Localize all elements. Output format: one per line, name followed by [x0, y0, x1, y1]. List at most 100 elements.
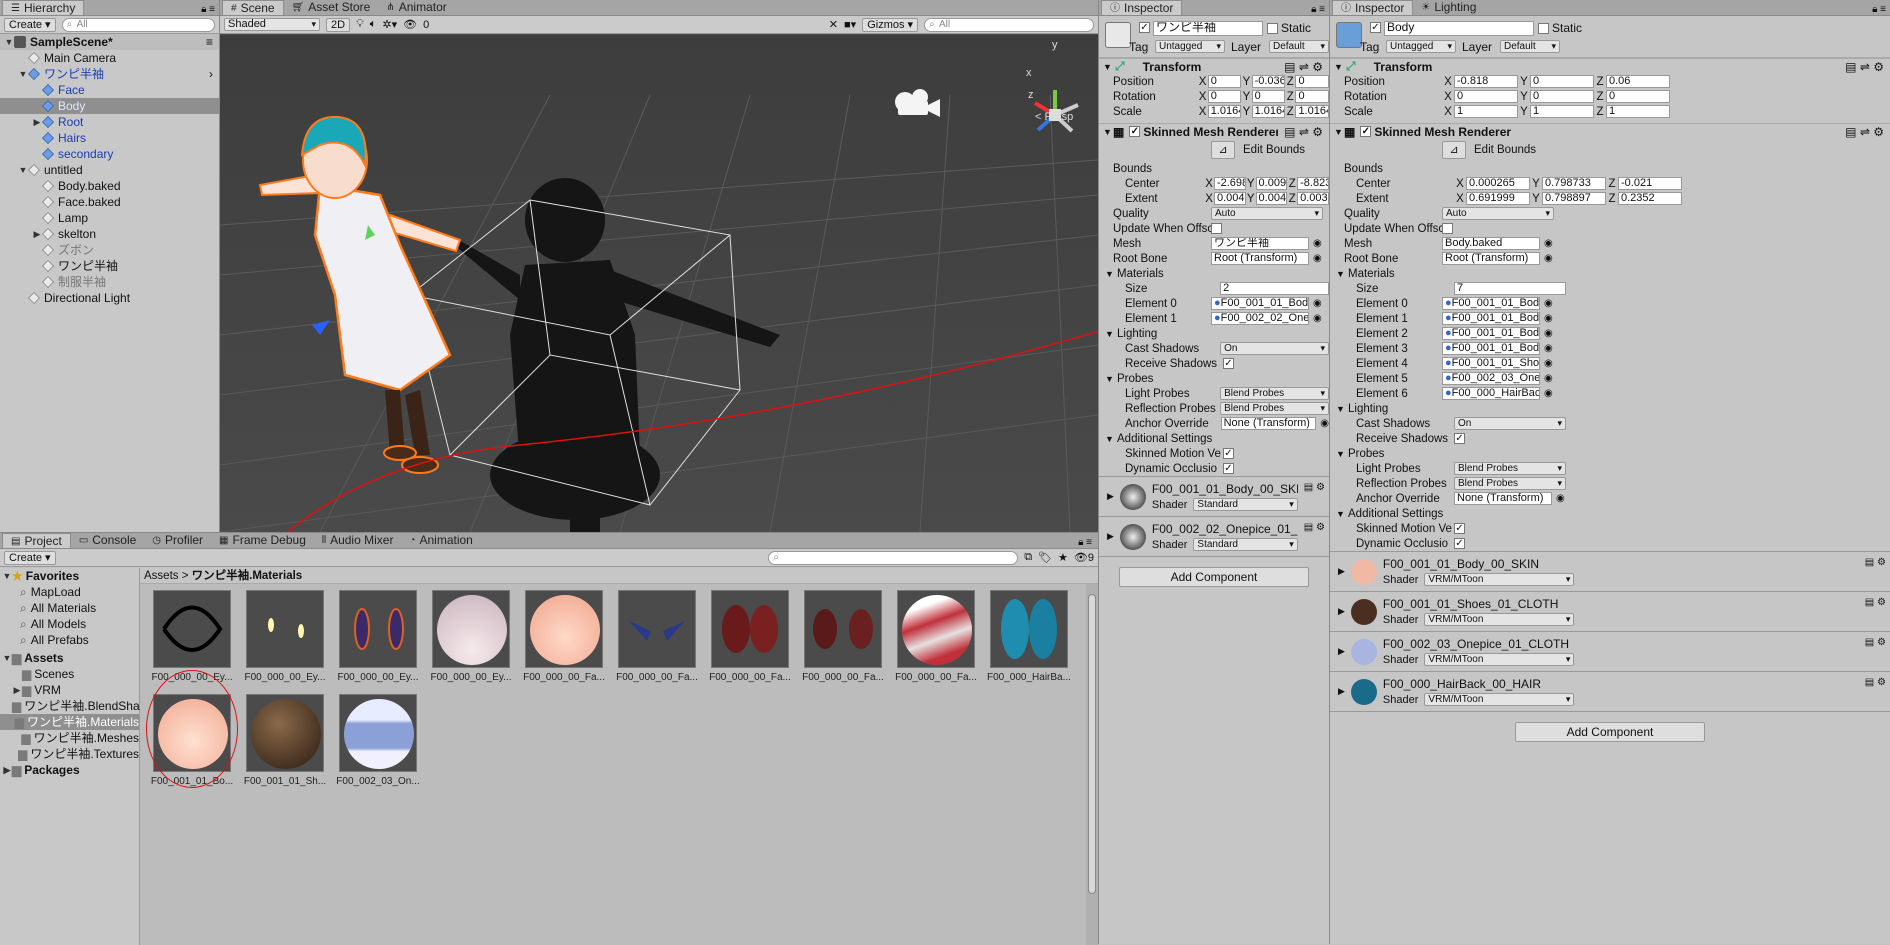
probes-section[interactable]: ▼ Probes — [1330, 446, 1890, 461]
material-asset[interactable]: F00_000_00_Fa... — [615, 590, 699, 683]
breadcrumb-assets[interactable]: Assets — [144, 570, 179, 582]
vector-field-x[interactable]: 0 — [1207, 90, 1242, 103]
hierarchy-item[interactable]: Lamp — [0, 210, 219, 226]
material-menu-icon[interactable]: ▤ ⚙ — [1304, 482, 1325, 493]
foldout-arrow-icon[interactable]: ▼ — [1336, 404, 1348, 414]
object-picker-icon[interactable]: ◉ — [1544, 253, 1553, 264]
material-element-field[interactable]: ●F00_001_01_Shoes_01_CLOTH — [1442, 357, 1540, 370]
active-checkbox[interactable]: ✓ — [1139, 22, 1150, 33]
tab-hierarchy[interactable]: ☰ Hierarchy — [2, 0, 85, 15]
materials-section[interactable]: ▼ Materials — [1099, 266, 1329, 281]
assets-root[interactable]: ▼ ▆ Assets — [0, 650, 139, 666]
vector-field-z[interactable]: 0.06 — [1606, 75, 1670, 88]
scene-root-row[interactable]: ▼ SampleScene* ≡ — [0, 34, 219, 50]
shader-dropdown[interactable]: Standard — [1193, 538, 1298, 551]
vector-field-y[interactable]: 0 — [1530, 75, 1594, 88]
hierarchy-item[interactable]: ズボン — [0, 242, 219, 258]
expand-arrow-icon[interactable]: ▶ — [32, 114, 42, 130]
foldout-arrow-icon[interactable]: ▶ — [1338, 566, 1345, 577]
expand-arrow-icon[interactable]: ▼ — [2, 568, 12, 584]
vertical-scrollbar[interactable] — [1086, 584, 1098, 945]
material-inspector[interactable]: ▶ F00_000_HairBack_00_HAIR Shader VRM/MTo… — [1330, 671, 1890, 711]
material-inspector[interactable]: ▶ F00_001_01_Body_00_SKIN Shader Standard… — [1099, 476, 1329, 516]
dynamic-occlusion-checkbox[interactable]: ✓ — [1223, 463, 1234, 474]
light-icon[interactable]: 💡︎ — [356, 18, 364, 31]
material-element-field[interactable]: ●F00_002_03_Onepice_01_CLOTH — [1442, 372, 1540, 385]
add-component-button[interactable]: Add Component — [1515, 722, 1705, 742]
create-button[interactable]: Create ▾ — [4, 17, 56, 32]
tab-scene[interactable]: # Scene — [222, 0, 284, 15]
update-offscreen-checkbox[interactable] — [1211, 223, 1222, 234]
probes-section[interactable]: ▼ Probes — [1099, 371, 1329, 386]
scroll-thumb[interactable] — [1088, 594, 1096, 894]
object-picker-icon[interactable]: ◉ — [1544, 358, 1553, 369]
gizmos-dropdown[interactable]: Gizmos ▾ — [862, 17, 918, 32]
material-element-field[interactable]: ●F00_000_HairBack_00_HAIR — [1442, 387, 1540, 400]
vector-field-y[interactable]: -0.0363 — [1251, 75, 1286, 88]
tab-animator[interactable]: ⋔ Animator — [378, 0, 454, 15]
material-asset[interactable]: F00_000_00_Fa... — [801, 590, 885, 683]
vector-field-z[interactable]: 1 — [1606, 105, 1670, 118]
hierarchy-item[interactable]: ▼ untitled — [0, 162, 219, 178]
expand-arrow-icon[interactable]: ▼ — [2, 650, 12, 666]
material-asset[interactable]: F00_002_03_On... — [336, 694, 420, 787]
quality-dropdown[interactable]: Auto — [1211, 207, 1323, 220]
vector-field-z[interactable]: 0.00313 — [1297, 192, 1329, 205]
edit-bounds-button[interactable]: ⊿ — [1211, 141, 1235, 159]
expand-arrow-icon[interactable]: ▶ — [12, 682, 22, 698]
anchor-override-field[interactable]: None (Transform) — [1454, 492, 1552, 505]
object-picker-icon[interactable]: ◉ — [1313, 298, 1322, 309]
object-picker-icon[interactable]: ◉ — [1544, 298, 1553, 309]
favorites-header[interactable]: ▼ ★ Favorites — [0, 568, 139, 584]
hierarchy-search-input[interactable]: ⌕ All — [61, 17, 215, 32]
material-asset[interactable]: F00_001_01_Sh... — [243, 694, 327, 787]
material-asset[interactable]: F00_000_HairBa... — [987, 590, 1071, 683]
object-picker-icon[interactable]: ◉ — [1313, 253, 1322, 264]
tab-console[interactable]: ▭ Console — [71, 533, 144, 548]
shader-dropdown[interactable]: Standard — [1193, 498, 1298, 511]
hierarchy-item[interactable]: secondary — [0, 146, 219, 162]
reflection-probes-dropdown[interactable]: Blend Probes — [1220, 402, 1329, 415]
hierarchy-item[interactable]: Main Camera — [0, 50, 219, 66]
vector-field-x[interactable]: -0.818 — [1454, 75, 1518, 88]
vector-field-x[interactable]: 0.000265 — [1466, 177, 1530, 190]
skinned-motion-checkbox[interactable]: ✓ — [1223, 448, 1234, 459]
foldout-arrow-icon[interactable]: ▼ — [1336, 269, 1348, 279]
vector-field-y[interactable]: 1 — [1530, 105, 1594, 118]
favorite-star-icon[interactable]: ★ — [1058, 551, 1068, 564]
shader-dropdown[interactable]: VRM/MToon — [1424, 653, 1575, 666]
lock-icon[interactable]: 🔒︎ ≡ — [1311, 4, 1329, 15]
material-element-field[interactable]: ●F00_001_01_Body_00_SKIN — [1442, 327, 1540, 340]
update-offscreen-checkbox[interactable] — [1442, 223, 1453, 234]
additional-settings-section[interactable]: ▼ Additional Settings — [1099, 431, 1329, 446]
material-inspector[interactable]: ▶ F00_002_02_Onepice_01_CLOTH Shader Stan… — [1099, 516, 1329, 556]
material-asset[interactable]: F00_000_00_Ey... — [243, 590, 327, 683]
reflection-probes-dropdown[interactable]: Blend Probes — [1454, 477, 1566, 490]
lighting-section[interactable]: ▼ Lighting — [1330, 401, 1890, 416]
cast-shadows-dropdown[interactable]: On — [1220, 342, 1329, 355]
material-element-field[interactable]: ●F00_001_01_Body_00_SKIN — [1442, 297, 1540, 310]
vector-field-y[interactable]: 0 — [1530, 90, 1594, 103]
filter-type-icon[interactable]: ⧉ — [1024, 551, 1032, 564]
vector-field-z[interactable]: 0 — [1295, 90, 1329, 103]
root-bone-field[interactable]: Root (Transform) — [1211, 252, 1309, 265]
material-menu-icon[interactable]: ▤ ⚙ — [1865, 557, 1886, 568]
smr-enabled-checkbox[interactable]: ✓ — [1360, 126, 1372, 137]
vector-field-x[interactable]: 0.00405 — [1213, 192, 1246, 205]
foldout-arrow-icon[interactable]: ▼ — [1330, 62, 1343, 72]
breadcrumb-materials[interactable]: ワンピ半袖.Materials — [192, 570, 303, 582]
static-checkbox[interactable] — [1267, 23, 1278, 34]
expand-arrow-icon[interactable]: ▼ — [4, 34, 14, 50]
tools-icon[interactable]: ✕ — [829, 18, 838, 31]
hierarchy-item[interactable]: Body — [0, 98, 219, 114]
foldout-arrow-icon[interactable]: ▶ — [1107, 491, 1114, 502]
tab-frame-debug[interactable]: ▦ Frame Debug — [211, 533, 314, 548]
object-picker-icon[interactable]: ◉ — [1556, 493, 1565, 504]
object-picker-icon[interactable]: ◉ — [1544, 343, 1553, 354]
project-search-input[interactable]: ⌕ — [768, 550, 1019, 565]
hierarchy-item[interactable]: Face — [0, 82, 219, 98]
vector-field-x[interactable]: -2.6989 — [1213, 177, 1246, 190]
active-checkbox[interactable]: ✓ — [1370, 22, 1381, 33]
object-name-field[interactable]: ワンピ半袖 — [1153, 21, 1263, 36]
projection-toggle[interactable]: < Persp — [1035, 111, 1073, 123]
